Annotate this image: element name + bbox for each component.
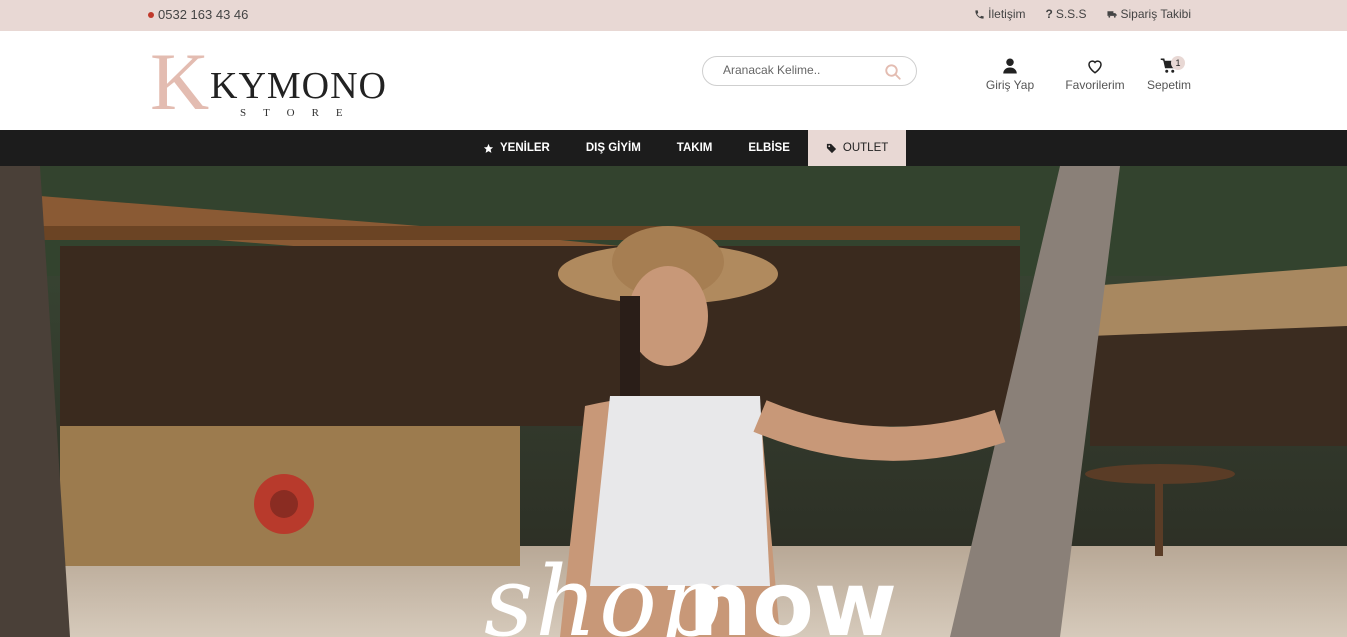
phone-number[interactable]: 0532 163 43 46 [148,7,248,22]
nav-item-new-label: YENİLER [500,142,550,154]
login-button[interactable]: Giriş Yap [980,57,1040,92]
nav-item-sets-label: TAKIM [676,142,713,154]
header-actions: Giriş Yap Favorilerim 1 Sepetim [980,56,1197,92]
logo-initial: K [150,36,210,127]
hero-text-script: shop [484,546,723,637]
contact-link[interactable]: İletişim [974,7,1025,21]
nav-item-dresses[interactable]: ELBİSE [730,130,808,166]
cart-label: Sepetim [1146,78,1192,92]
search-input[interactable] [723,63,873,77]
contact-link-label: İletişim [988,7,1026,21]
faq-link-label: S.S.S [1055,7,1087,21]
cart-count-badge: 1 [1171,56,1185,70]
favorites-button[interactable]: Favorilerim [1057,57,1133,92]
faq-link[interactable]: ? S.S.S [1045,7,1086,21]
order-tracking-link[interactable]: Sipariş Takibi [1106,7,1191,21]
phone-icon [975,9,984,19]
favorites-label: Favorilerim [1065,78,1125,92]
star-icon [483,143,494,153]
phone-number-text: 0532 163 43 46 [158,7,249,22]
truck-icon [1106,10,1117,18]
search-box [702,56,917,86]
nav-item-sets[interactable]: TAKIM [659,130,731,166]
login-label: Giriş Yap [985,78,1035,92]
nav-item-outlet[interactable]: OUTLET [807,130,907,166]
main-nav: YENİLER DIŞ GİYİM TAKIM ELBİSE OUTLET [0,130,1347,166]
user-icon [1003,58,1017,74]
search-icon[interactable] [884,63,902,81]
cart-button[interactable]: 1 Sepetim [1141,56,1197,92]
header: K KYMONO STORE Giriş Yap Favorilerim 1 S… [0,31,1347,130]
logo[interactable]: K KYMONO STORE [150,41,390,123]
nav-item-outerwear-label: DIŞ GİYİM [585,142,641,154]
question-icon: ? [1045,7,1053,21]
top-bar: 0532 163 43 46 İletişim ? S.S.S Sipariş … [0,0,1347,31]
heart-icon [1088,60,1102,74]
nav-item-outerwear[interactable]: DIŞ GİYİM [568,130,659,166]
hero-banner[interactable]: shop now [0,166,1347,637]
phone-dot-icon [148,11,154,18]
nav-item-outlet-label: OUTLET [842,142,889,154]
logo-name: KYMONO [210,65,387,107]
hero-text-bold: now [688,552,898,637]
order-tracking-label: Sipariş Takibi [1120,7,1191,21]
nav-item-dresses-label: ELBİSE [748,142,790,154]
logo-sub: STORE [240,107,360,119]
nav-item-new[interactable]: YENİLER [465,130,568,166]
top-links: İletişim ? S.S.S Sipariş Takibi [974,7,1191,21]
tag-icon [826,143,836,153]
